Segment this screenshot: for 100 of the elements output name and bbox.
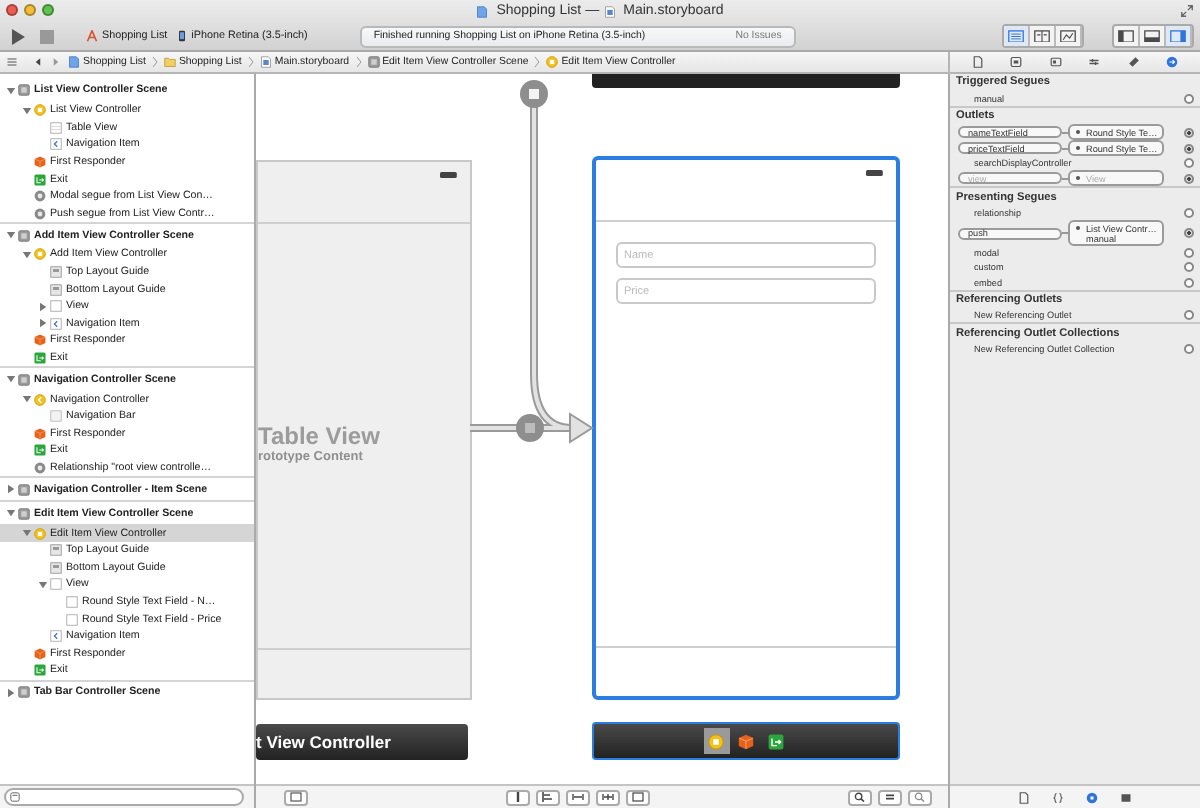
disclosure-triangle-icon[interactable] bbox=[38, 301, 48, 312]
ruler-icon bbox=[1127, 56, 1140, 68]
inspector-tab[interactable] bbox=[1124, 54, 1143, 70]
disclosure-triangle-icon[interactable] bbox=[6, 508, 16, 519]
cube-icon bbox=[34, 334, 46, 347]
disclosure-triangle-icon[interactable] bbox=[22, 105, 32, 116]
zoom-out-button[interactable] bbox=[848, 789, 872, 805]
size-icon bbox=[512, 792, 524, 802]
segue-icon[interactable] bbox=[516, 414, 544, 442]
braces-icon bbox=[1052, 791, 1064, 803]
disclosure-triangle-icon[interactable] bbox=[6, 374, 16, 385]
scene-placeholder-title: Table View bbox=[258, 422, 382, 450]
scene-dock-title: t View Controller bbox=[256, 724, 468, 760]
magnifier-icon bbox=[854, 792, 866, 802]
connection-circle[interactable] bbox=[1184, 143, 1194, 154]
panel-toggle-button[interactable] bbox=[1166, 26, 1192, 46]
forward-arrow-icon[interactable] bbox=[50, 56, 62, 68]
zoom-button[interactable] bbox=[42, 4, 54, 16]
inspector-tab[interactable] bbox=[1163, 54, 1182, 70]
connection-circle[interactable] bbox=[1184, 277, 1194, 288]
run-button[interactable] bbox=[6, 25, 28, 47]
connection-circle[interactable] bbox=[1184, 207, 1194, 218]
disclosure-triangle-icon[interactable] bbox=[6, 687, 16, 698]
exit-icon bbox=[768, 733, 784, 749]
disclosure-triangle-icon[interactable] bbox=[22, 249, 32, 260]
file-icon bbox=[1018, 791, 1030, 803]
disclosure-triangle-icon[interactable] bbox=[38, 318, 48, 329]
outline-icon bbox=[290, 792, 302, 802]
canvas-tool-button[interactable] bbox=[596, 789, 620, 805]
left-panel-icon bbox=[1118, 29, 1134, 43]
exit-icon bbox=[34, 352, 46, 365]
cube-icon bbox=[34, 647, 46, 660]
connection-circle[interactable] bbox=[1184, 158, 1194, 169]
panel-toggle-button[interactable] bbox=[1114, 26, 1140, 46]
cube-icon bbox=[34, 156, 46, 169]
navigation-item-icon bbox=[50, 138, 62, 151]
assistant-editor-icon bbox=[1034, 29, 1050, 43]
connection-circle[interactable] bbox=[1184, 127, 1194, 138]
disclosure-triangle-icon[interactable] bbox=[38, 579, 48, 590]
stop-icon bbox=[40, 29, 54, 43]
align-icon bbox=[542, 792, 554, 802]
library-tab[interactable] bbox=[1117, 789, 1135, 805]
play-icon bbox=[9, 27, 25, 45]
inspector-tab[interactable] bbox=[1007, 54, 1026, 70]
navigation-bar-icon bbox=[50, 410, 62, 423]
disclosure-triangle-icon[interactable] bbox=[22, 394, 32, 405]
inspector-tab[interactable] bbox=[968, 54, 987, 70]
zoom-fit-button[interactable] bbox=[878, 789, 902, 805]
connection-circle[interactable] bbox=[1184, 310, 1194, 321]
resolve-icon bbox=[602, 792, 614, 802]
library-tab[interactable] bbox=[1015, 789, 1033, 805]
view-controller-icon bbox=[34, 104, 46, 117]
back-arrow-icon[interactable] bbox=[32, 56, 44, 68]
inspector-tab[interactable] bbox=[1085, 54, 1104, 70]
scene-icon bbox=[367, 56, 380, 68]
canvas-tool-button[interactable] bbox=[536, 789, 560, 805]
library-tab[interactable] bbox=[1049, 789, 1067, 805]
canvas-tool-button[interactable] bbox=[506, 789, 530, 805]
fullscreen-icon[interactable] bbox=[1180, 4, 1194, 18]
minimize-button[interactable] bbox=[24, 4, 36, 16]
connection-circle[interactable] bbox=[1184, 228, 1194, 239]
scene-icon bbox=[18, 373, 30, 386]
chevron-icon bbox=[355, 56, 362, 68]
segue-icon[interactable] bbox=[520, 80, 548, 108]
navigation-item-icon bbox=[50, 630, 62, 643]
editor-mode-button[interactable] bbox=[1004, 26, 1030, 46]
close-button[interactable] bbox=[6, 4, 18, 16]
exit-icon bbox=[34, 664, 46, 677]
file-icon bbox=[971, 56, 984, 68]
canvas-tool-button[interactable] bbox=[566, 789, 590, 805]
editor-mode-button[interactable] bbox=[1030, 26, 1056, 46]
exit-icon bbox=[34, 444, 46, 457]
connection-circle[interactable] bbox=[1184, 93, 1194, 104]
disclosure-triangle-icon[interactable] bbox=[6, 85, 16, 95]
filter-field[interactable] bbox=[4, 788, 244, 806]
disclosure-triangle-icon[interactable] bbox=[6, 230, 16, 241]
object-icon bbox=[1086, 791, 1098, 803]
library-tab[interactable] bbox=[1083, 789, 1101, 805]
disclosure-triangle-icon[interactable] bbox=[22, 528, 32, 539]
folder-icon bbox=[163, 56, 176, 68]
inspector-tab[interactable] bbox=[1046, 54, 1065, 70]
cube-icon bbox=[738, 733, 754, 749]
editor-mode-button[interactable] bbox=[1056, 26, 1082, 46]
scene-icon bbox=[18, 229, 30, 242]
connection-circle[interactable] bbox=[1184, 343, 1194, 354]
identity-icon bbox=[1049, 56, 1062, 68]
table-view-icon bbox=[50, 121, 62, 134]
disclosure-triangle-icon[interactable] bbox=[6, 484, 16, 495]
view-icon bbox=[50, 300, 62, 313]
cube-icon bbox=[34, 427, 46, 440]
connection-circle[interactable] bbox=[1184, 248, 1194, 259]
chevron-icon bbox=[247, 56, 254, 68]
battery-icon bbox=[866, 170, 884, 176]
chevron-icon bbox=[534, 56, 541, 68]
dock-item[interactable] bbox=[703, 728, 729, 754]
resize-icon bbox=[632, 792, 644, 802]
connection-circle[interactable] bbox=[1184, 262, 1194, 273]
outline-toggle-button[interactable] bbox=[284, 789, 308, 805]
segue-icon bbox=[34, 461, 46, 474]
menu-icon[interactable] bbox=[6, 56, 18, 68]
